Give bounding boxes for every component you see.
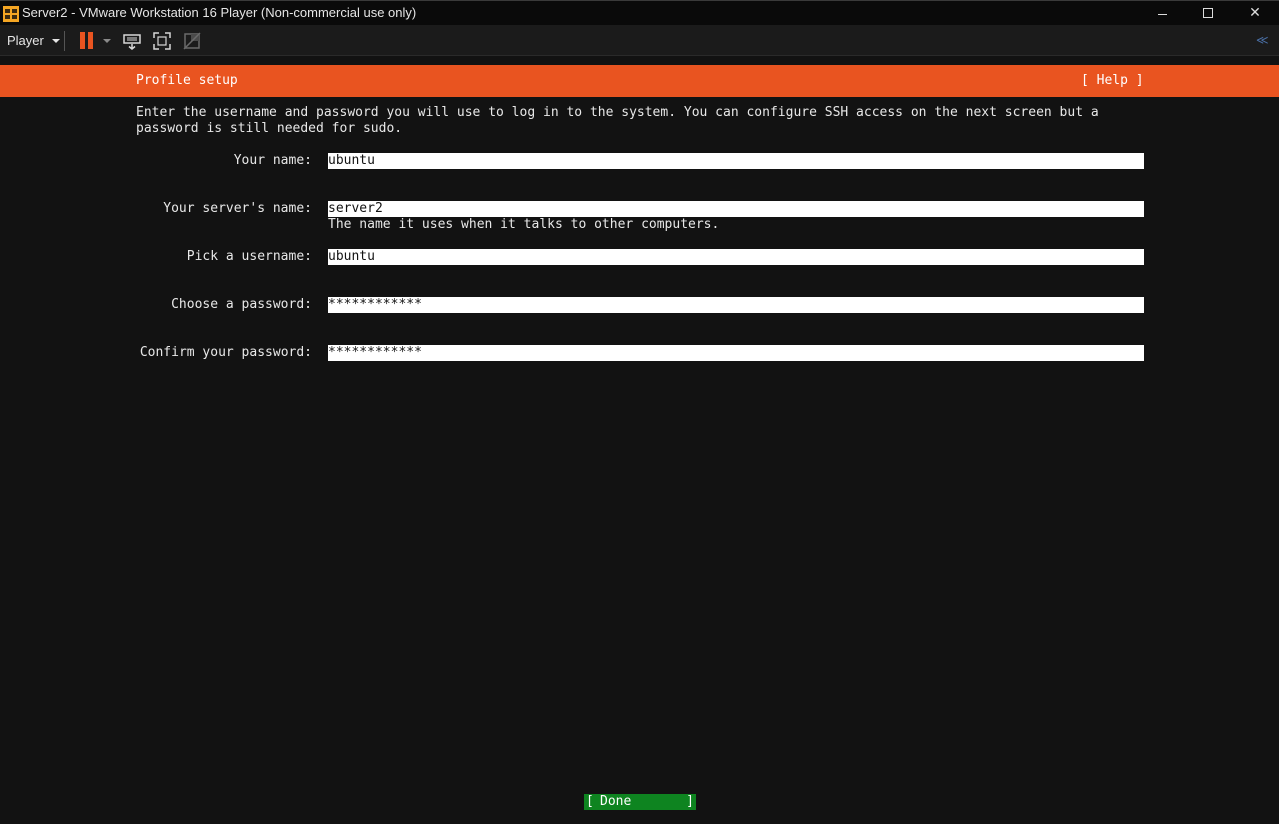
minimize-button[interactable] [1139, 1, 1185, 25]
done-right-bracket: ] [686, 794, 694, 809]
player-menu-button[interactable]: Player [0, 28, 60, 53]
close-icon: ✕ [1249, 5, 1261, 21]
your-name-label: Your name: [233, 153, 312, 168]
player-menu-label: Player [7, 33, 44, 48]
done-label: Done [600, 794, 632, 809]
close-button[interactable]: ✕ [1232, 1, 1278, 25]
window-title: Server2 - VMware Workstation 16 Player (… [22, 5, 417, 20]
maximize-button[interactable] [1185, 1, 1231, 25]
minimize-icon [1157, 13, 1167, 15]
username-label: Pick a username: [186, 249, 312, 264]
pause-icon[interactable] [78, 32, 96, 49]
send-ctrl-alt-del-icon[interactable] [122, 31, 142, 51]
installer-header: Profile setup [ Help ] [0, 65, 1279, 97]
done-left-bracket: [ [586, 794, 594, 809]
guest-console[interactable]: Profile setup [ Help ] Enter the usernam… [0, 56, 1279, 824]
maximize-icon [1203, 8, 1213, 18]
server-name-help: The name it uses when it talks to other … [328, 217, 720, 232]
fullscreen-icon[interactable] [152, 31, 172, 51]
server-name-label: Your server's name: [163, 201, 312, 216]
vmware-player-icon [3, 6, 19, 22]
power-options-chevron-icon[interactable] [103, 39, 111, 43]
confirm-password-input[interactable]: ************ [328, 345, 1144, 361]
window-titlebar: Server2 - VMware Workstation 16 Player (… [0, 0, 1279, 25]
confirm-password-label: Confirm your password: [139, 345, 312, 360]
chevron-down-icon [51, 38, 60, 43]
toolbar-separator [64, 31, 65, 51]
unity-icon[interactable] [182, 31, 202, 51]
server-name-input[interactable]: server2 [328, 201, 1144, 217]
page-title: Profile setup [136, 73, 238, 88]
password-input[interactable]: ************ [328, 297, 1144, 313]
username-input[interactable]: ubuntu [328, 249, 1144, 265]
collapse-toolbar-icon[interactable]: ≪ [1256, 33, 1272, 47]
intro-text: Enter the username and password you will… [136, 105, 1099, 136]
help-button[interactable]: [ Help ] [1081, 73, 1144, 88]
password-label: Choose a password: [171, 297, 312, 312]
your-name-input[interactable]: ubuntu [328, 153, 1144, 169]
player-toolbar: Player ≪ [0, 25, 1279, 56]
done-button[interactable]: [ Done ] [584, 794, 696, 810]
